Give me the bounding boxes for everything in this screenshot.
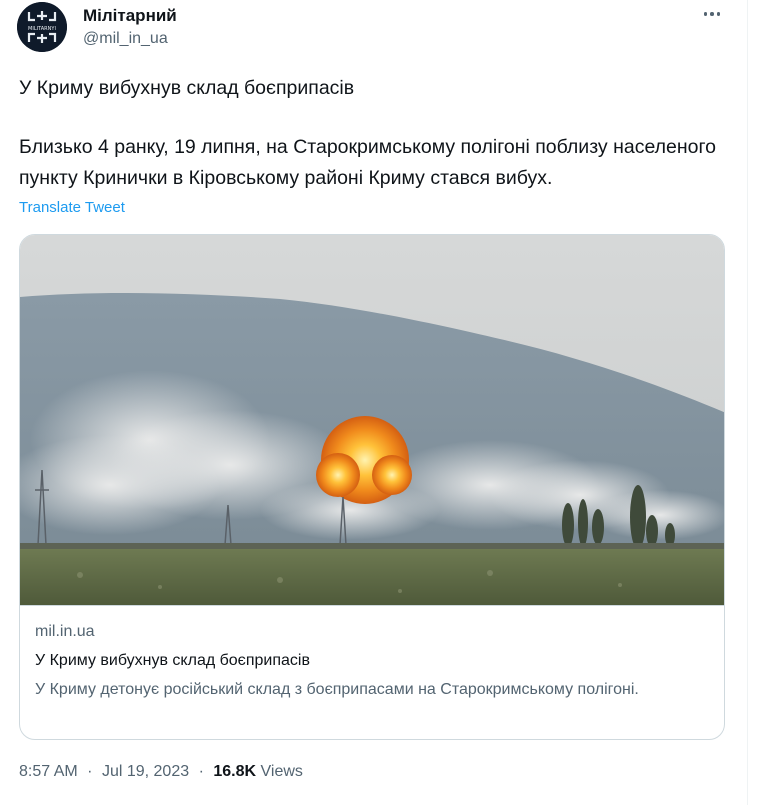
meta-separator: · [198,763,204,780]
views-count[interactable]: 16.8K [213,763,256,780]
timeline-border [747,0,748,805]
card-description: У Криму детонує російський склад з боєпр… [35,681,639,698]
card-title: У Криму вибухнув склад боєприпасів [35,652,310,669]
views-label: Views [260,763,303,780]
meta-separator: · [87,763,93,780]
svg-text:MILITARNYI: MILITARNYI [28,26,56,32]
explosion-photo-icon [20,235,724,605]
translate-tweet-link[interactable]: Translate Tweet [19,199,125,216]
more-options-button[interactable] [699,4,725,24]
more-dots-icon [703,12,708,16]
tweet-body: Близько 4 ранку, 19 липня, на Старокримс… [19,136,717,189]
more-dots-icon [710,12,714,16]
avatar[interactable]: MILITARNYI [17,2,67,52]
tweet-headline: У Криму вибухнув склад боєприпасів [19,77,355,99]
tweet-meta: 8:57 AM · Jul 19, 2023 · 16.8K Views [19,763,303,781]
tweet-header: MILITARNYI Мілітарний @mil_in_ua [17,2,727,54]
author-name[interactable]: Мілітарний [83,6,177,26]
avatar-logo-icon: MILITARNYI [17,2,67,52]
more-dots-icon [716,12,721,16]
card-domain: mil.in.ua [35,623,95,640]
card-image[interactable] [20,235,724,605]
card-body[interactable]: mil.in.ua У Криму вибухнув склад боєприп… [20,605,724,698]
link-card[interactable]: mil.in.ua У Криму вибухнув склад боєприп… [19,234,725,740]
author-handle[interactable]: @mil_in_ua [83,30,168,48]
tweet-date[interactable]: Jul 19, 2023 [102,763,189,780]
tweet-time[interactable]: 8:57 AM [19,763,78,780]
